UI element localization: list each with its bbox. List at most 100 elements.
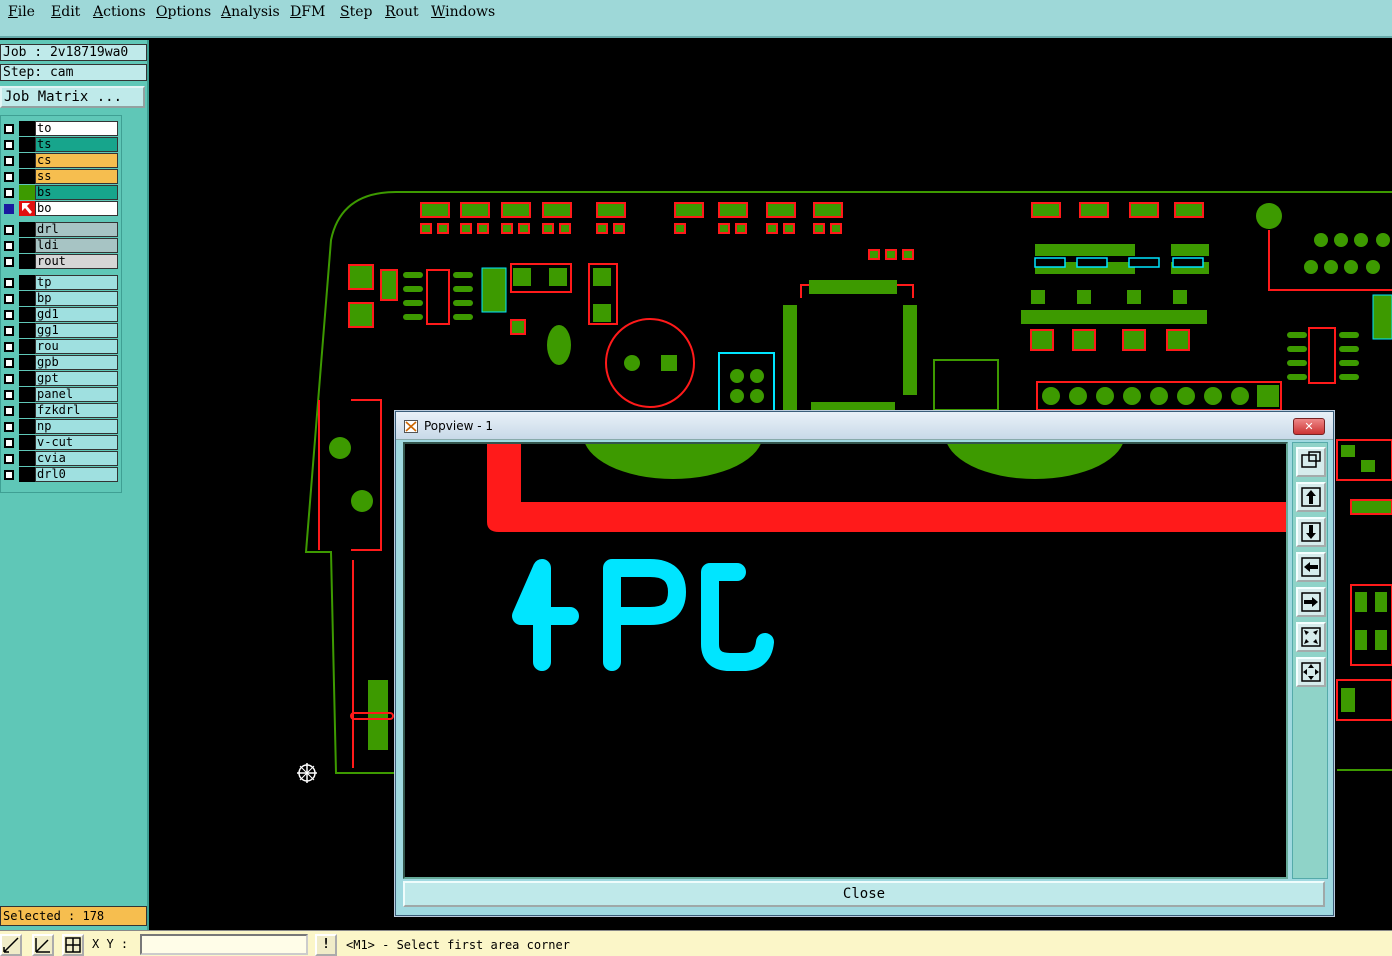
layer-name[interactable]: gd1 — [35, 307, 118, 322]
layer-checkbox[interactable] — [4, 156, 14, 166]
layer-name[interactable]: ts — [35, 137, 118, 152]
layer-checkbox[interactable] — [4, 204, 14, 214]
layer-checkbox[interactable] — [4, 326, 14, 336]
layer-name[interactable]: ss — [35, 169, 118, 184]
layer-affected-cell[interactable] — [19, 387, 35, 402]
layer-affected-cell[interactable] — [19, 185, 35, 200]
popview-close-button[interactable]: Close — [403, 881, 1325, 907]
layer-checkbox[interactable] — [4, 390, 14, 400]
layer-row[interactable]: fzkdrl — [1, 403, 119, 418]
layer-row[interactable]: bs — [1, 185, 119, 200]
layer-row[interactable]: panel — [1, 387, 119, 402]
layer-checkbox[interactable] — [4, 454, 14, 464]
menu-actions[interactable]: Actions — [93, 4, 146, 20]
layer-affected-cell[interactable] — [19, 403, 35, 418]
layer-affected-cell[interactable] — [19, 222, 35, 237]
layer-name[interactable]: bo — [35, 201, 118, 216]
layer-affected-cell[interactable] — [19, 451, 35, 466]
layer-name[interactable]: fzkdrl — [35, 403, 118, 418]
layer-affected-cell[interactable] — [19, 467, 35, 482]
layer-affected-cell[interactable] — [19, 435, 35, 450]
xy-input[interactable] — [140, 934, 308, 955]
layer-name[interactable]: gpt — [35, 371, 118, 386]
layer-checkbox[interactable] — [4, 374, 14, 384]
layer-affected-cell[interactable] — [19, 339, 35, 354]
pan-left-button[interactable] — [1296, 552, 1326, 582]
layer-name[interactable]: np — [35, 419, 118, 434]
layer-name[interactable]: drl — [35, 222, 118, 237]
layer-checkbox[interactable] — [4, 140, 14, 150]
menu-analysis[interactable]: Analysis — [221, 4, 280, 20]
layer-affected-cell[interactable] — [19, 169, 35, 184]
layer-row[interactable]: gd1 — [1, 307, 119, 322]
layer-checkbox[interactable] — [4, 470, 14, 480]
layer-name[interactable]: rou — [35, 339, 118, 354]
layer-affected-cell[interactable] — [19, 275, 35, 290]
layer-affected-cell[interactable] — [19, 153, 35, 168]
layer-row[interactable]: ss — [1, 169, 119, 184]
popview-titlebar[interactable]: Popview - 1 ✕ — [396, 412, 1333, 440]
layer-checkbox[interactable] — [4, 438, 14, 448]
layer-checkbox[interactable] — [4, 310, 14, 320]
layer-row[interactable]: bp — [1, 291, 119, 306]
menu-dfm[interactable]: DFM — [290, 4, 325, 20]
layer-name[interactable]: gpb — [35, 355, 118, 370]
layer-row[interactable]: v-cut — [1, 435, 119, 450]
layer-name[interactable]: cs — [35, 153, 118, 168]
layer-checkbox[interactable] — [4, 225, 14, 235]
layer-affected-cell[interactable] — [19, 238, 35, 253]
layer-affected-cell[interactable] — [19, 323, 35, 338]
layer-affected-cell[interactable] — [19, 307, 35, 322]
layer-checkbox[interactable] — [4, 422, 14, 432]
layer-affected-cell[interactable] — [19, 137, 35, 152]
alert-button[interactable]: ! — [315, 934, 337, 956]
popview-canvas[interactable] — [403, 442, 1288, 879]
snap-button[interactable] — [32, 934, 54, 956]
menu-rout[interactable]: Rout — [385, 4, 419, 20]
layer-row[interactable]: ts — [1, 137, 119, 152]
layer-name[interactable]: gg1 — [35, 323, 118, 338]
layer-checkbox[interactable] — [4, 358, 14, 368]
work-layer-arrow-icon[interactable] — [19, 201, 35, 216]
menu-options[interactable]: Options — [156, 4, 211, 20]
layer-checkbox[interactable] — [4, 342, 14, 352]
zoom-out-button[interactable] — [1296, 657, 1326, 687]
layer-row[interactable]: drl0 — [1, 467, 119, 482]
layer-checkbox[interactable] — [4, 241, 14, 251]
layer-row[interactable]: to — [1, 121, 119, 136]
layer-name[interactable]: bp — [35, 291, 118, 306]
layer-row-active[interactable]: bo — [1, 201, 119, 216]
layer-row[interactable]: gpb — [1, 355, 119, 370]
layer-checkbox[interactable] — [4, 124, 14, 134]
layer-row[interactable]: gpt — [1, 371, 119, 386]
pan-down-button[interactable] — [1296, 517, 1326, 547]
layer-name[interactable]: bs — [35, 185, 118, 200]
layer-name[interactable]: ldi — [35, 238, 118, 253]
layer-checkbox[interactable] — [4, 188, 14, 198]
layer-row[interactable]: tp — [1, 275, 119, 290]
layer-row[interactable]: drl — [1, 222, 119, 237]
layer-checkbox[interactable] — [4, 172, 14, 182]
layer-row[interactable]: ldi — [1, 238, 119, 253]
layer-row[interactable]: cvia — [1, 451, 119, 466]
layer-name[interactable]: v-cut — [35, 435, 118, 450]
measure-button[interactable] — [0, 934, 22, 956]
job-matrix-button[interactable]: Job Matrix ... — [0, 86, 145, 108]
pan-up-button[interactable] — [1296, 482, 1326, 512]
grid-button[interactable] — [62, 934, 84, 956]
layer-name[interactable]: panel — [35, 387, 118, 402]
zoom-in-button[interactable] — [1296, 622, 1326, 652]
layer-affected-cell[interactable] — [19, 254, 35, 269]
window-close-icon[interactable]: ✕ — [1293, 418, 1325, 435]
layer-row[interactable]: gg1 — [1, 323, 119, 338]
layer-checkbox[interactable] — [4, 257, 14, 267]
layer-checkbox[interactable] — [4, 406, 14, 416]
layer-row[interactable]: rou — [1, 339, 119, 354]
menu-edit[interactable]: Edit — [51, 4, 80, 20]
layer-row[interactable]: cs — [1, 153, 119, 168]
layer-name[interactable]: to — [35, 121, 118, 136]
layer-row[interactable]: rout — [1, 254, 119, 269]
menu-file[interactable]: File — [8, 4, 35, 20]
menu-step[interactable]: Step — [340, 4, 372, 20]
pan-right-button[interactable] — [1296, 587, 1326, 617]
